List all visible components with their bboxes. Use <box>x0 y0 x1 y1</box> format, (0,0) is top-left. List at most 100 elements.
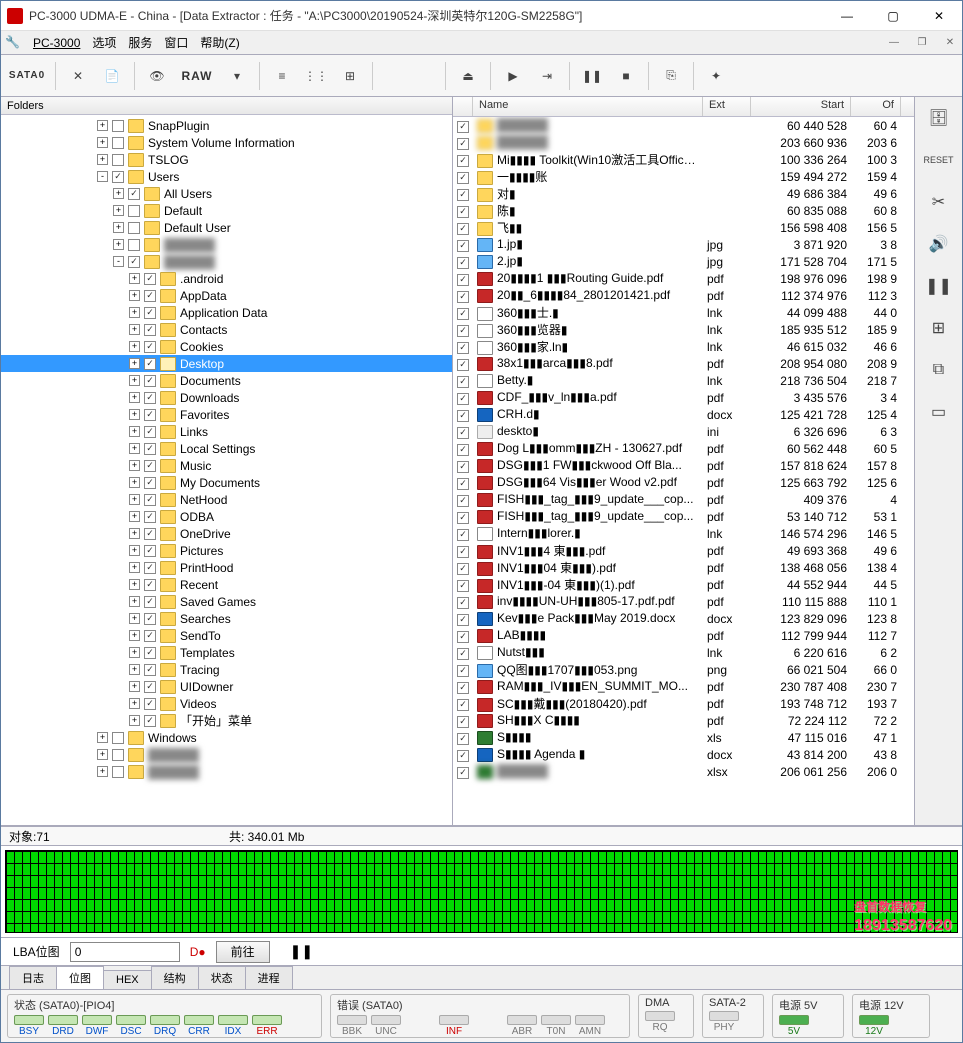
file-row[interactable]: deskto▮ini6 326 6966 3 <box>453 423 914 440</box>
tab-hex[interactable]: HEX <box>103 970 152 989</box>
expander-icon[interactable]: + <box>129 392 140 403</box>
checkbox[interactable] <box>144 460 156 472</box>
checkbox[interactable] <box>144 579 156 591</box>
checkbox[interactable] <box>128 188 140 200</box>
goto-button[interactable]: 前往 <box>216 941 270 963</box>
expander-icon[interactable]: + <box>129 562 140 573</box>
scissors-icon[interactable]: ✂ <box>924 187 954 217</box>
checkbox[interactable] <box>144 698 156 710</box>
checkbox[interactable] <box>144 528 156 540</box>
tab-proc[interactable]: 进程 <box>245 966 293 989</box>
file-row[interactable]: 360▮▮▮家.ln▮lnk46 615 03246 6 <box>453 338 914 355</box>
group-icon[interactable]: ⊞ <box>334 60 366 92</box>
marker-icon[interactable]: D● <box>190 945 206 959</box>
file-row[interactable]: SC▮▮▮戴▮▮▮(20180420).pdfpdf193 748 712193… <box>453 695 914 712</box>
file-row[interactable]: 一▮▮▮▮账159 494 272159 4 <box>453 168 914 185</box>
expander-icon[interactable]: + <box>129 460 140 471</box>
expander-icon[interactable]: + <box>129 358 140 369</box>
file-row[interactable]: CRH.d▮docx125 421 728125 4 <box>453 406 914 423</box>
expander-icon[interactable]: + <box>113 239 124 250</box>
file-row[interactable]: Nutst▮▮▮lnk6 220 6166 2 <box>453 644 914 661</box>
db-icon[interactable]: 🗄 <box>924 103 954 133</box>
expander-icon[interactable]: + <box>129 630 140 641</box>
pause3-icon[interactable]: ❚❚ <box>290 943 313 960</box>
checkbox[interactable] <box>457 733 469 745</box>
tree-row[interactable]: +Documents <box>1 372 452 389</box>
expander-icon[interactable]: + <box>129 545 140 556</box>
menu-service[interactable]: 服务 <box>128 34 152 51</box>
menu-options[interactable]: 选项 <box>92 34 116 51</box>
checkbox[interactable] <box>144 409 156 421</box>
tree-row[interactable]: +PrintHood <box>1 559 452 576</box>
expander-icon[interactable]: + <box>129 443 140 454</box>
expander-icon[interactable]: + <box>129 698 140 709</box>
copy-icon[interactable]: ⎘ <box>655 60 687 92</box>
tab-bitmap[interactable]: 位图 <box>56 966 104 989</box>
checkbox[interactable] <box>112 154 124 166</box>
checkbox[interactable] <box>457 665 469 677</box>
file-row[interactable]: INV1▮▮▮-04 東▮▮▮)(1).pdfpdf44 552 94444 5 <box>453 576 914 593</box>
expander-icon[interactable]: + <box>129 494 140 505</box>
file-row[interactable]: 对▮49 686 38449 6 <box>453 185 914 202</box>
tree-row[interactable]: +All Users <box>1 185 452 202</box>
mdi-restore-button[interactable]: ❐ <box>914 35 930 51</box>
file-row[interactable]: DSG▮▮▮64 Vis▮▮▮er Wood v2.pdfpdf125 663 … <box>453 474 914 491</box>
tree-row[interactable]: +System Volume Information <box>1 134 452 151</box>
checkbox[interactable] <box>457 308 469 320</box>
checkbox[interactable] <box>457 427 469 439</box>
checkbox[interactable] <box>457 410 469 422</box>
mdi-close-button[interactable]: ✕ <box>942 35 958 51</box>
checkbox[interactable] <box>457 495 469 507</box>
tree-row[interactable]: +Default <box>1 202 452 219</box>
expander-icon[interactable]: + <box>97 120 108 131</box>
expander-icon[interactable]: + <box>97 732 108 743</box>
file-row[interactable]: 360▮▮▮士.▮lnk44 099 48844 0 <box>453 304 914 321</box>
expander-icon[interactable]: + <box>97 137 108 148</box>
tree-row[interactable]: +██████ <box>1 763 452 780</box>
checkbox[interactable] <box>457 257 469 269</box>
checkbox[interactable] <box>144 715 156 727</box>
minimize-button[interactable]: — <box>824 1 870 31</box>
checkbox[interactable] <box>457 597 469 609</box>
tree-row[interactable]: +Desktop <box>1 355 452 372</box>
checkbox[interactable] <box>457 359 469 371</box>
tree-row[interactable]: +Music <box>1 457 452 474</box>
tree-row[interactable]: +Favorites <box>1 406 452 423</box>
file-row[interactable]: Intern▮▮▮lorer.▮lnk146 574 296146 5 <box>453 525 914 542</box>
file-row[interactable]: FISH▮▮▮_tag_▮▮▮9_update___cop...pdf53 14… <box>453 508 914 525</box>
checkbox[interactable] <box>144 273 156 285</box>
checkbox[interactable] <box>144 681 156 693</box>
reset-icon[interactable]: RESET <box>924 145 954 175</box>
tree-row[interactable]: +TSLOG <box>1 151 452 168</box>
file-row[interactable]: 1.jp▮jpg3 871 9203 8 <box>453 236 914 253</box>
tree-row[interactable]: +Searches <box>1 610 452 627</box>
person-icon[interactable]: ✦ <box>700 60 732 92</box>
expander-icon[interactable]: + <box>97 749 108 760</box>
expander-icon[interactable]: + <box>129 647 140 658</box>
file-row[interactable]: FISH▮▮▮_tag_▮▮▮9_update___cop...pdf409 3… <box>453 491 914 508</box>
tree-row[interactable]: +██████ <box>1 746 452 763</box>
file-row[interactable]: 飞▮▮156 598 408156 5 <box>453 219 914 236</box>
expander-icon[interactable]: + <box>129 375 140 386</box>
checkbox[interactable] <box>457 376 469 388</box>
file-row[interactable]: Kev▮▮▮e Pack▮▮▮May 2019.docxdocx123 829 … <box>453 610 914 627</box>
file-grid[interactable]: ██████60 440 52860 4██████203 660 936203… <box>453 117 914 825</box>
pause2-icon[interactable]: ❚❚ <box>924 271 954 301</box>
file-row[interactable]: INV1▮▮▮04 東▮▮▮).pdfpdf138 468 056138 4 <box>453 559 914 576</box>
checkbox[interactable] <box>144 613 156 625</box>
tree-row[interactable]: +Default User <box>1 219 452 236</box>
checkbox[interactable] <box>457 274 469 286</box>
play-icon[interactable]: ▶ <box>497 60 529 92</box>
sata-button[interactable]: SATA0 <box>5 60 49 92</box>
checkbox[interactable] <box>457 512 469 524</box>
checkbox[interactable] <box>144 324 156 336</box>
expander-icon[interactable]: + <box>129 511 140 522</box>
report-icon[interactable]: 📄 <box>96 60 128 92</box>
checkbox[interactable] <box>457 716 469 728</box>
menu-window[interactable]: 窗口 <box>164 34 188 51</box>
checkbox[interactable] <box>112 120 124 132</box>
bar-icon[interactable]: ▭ <box>924 397 954 427</box>
lba-bitmap[interactable]: 盘首数据恢复 18913587620 <box>1 846 962 938</box>
checkbox[interactable] <box>128 205 140 217</box>
checkbox[interactable] <box>112 766 124 778</box>
